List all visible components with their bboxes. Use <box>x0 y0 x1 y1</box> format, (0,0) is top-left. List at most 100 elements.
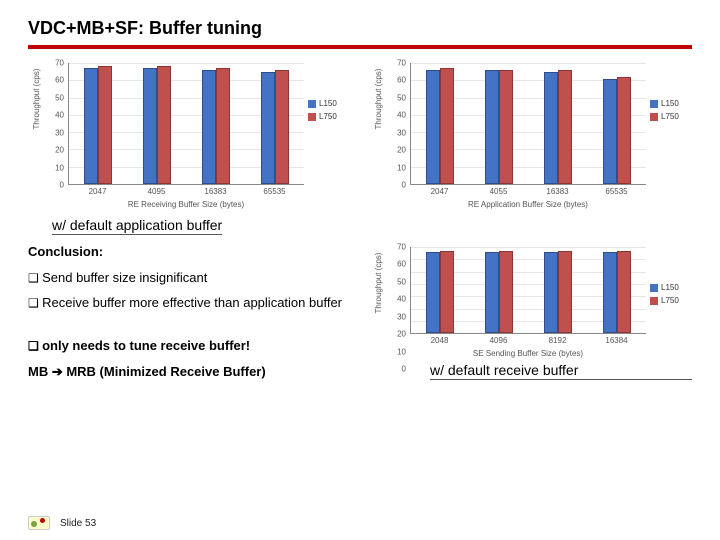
y-tick: 0 <box>402 181 406 190</box>
bar <box>426 70 440 184</box>
bar <box>157 66 171 184</box>
chart-plot-area <box>410 63 646 185</box>
title-rule <box>28 45 692 49</box>
y-tick: 50 <box>397 93 406 102</box>
x-axis-label: SE Sending Buffer Size (bytes) <box>410 349 646 358</box>
y-tick: 40 <box>397 111 406 120</box>
legend-label: L150 <box>661 99 679 108</box>
y-tick: 10 <box>397 163 406 172</box>
y-tick: 50 <box>397 277 406 286</box>
logo-icon <box>28 516 50 530</box>
footer: Slide 53 <box>28 516 96 530</box>
legend-item: L150 <box>650 283 692 292</box>
legend-item: L750 <box>308 112 350 121</box>
x-tick: 2048 <box>410 336 469 346</box>
bar-group <box>587 247 646 333</box>
x-tick: 2047 <box>68 187 127 197</box>
legend-label: L150 <box>661 283 679 292</box>
y-tick: 20 <box>55 146 64 155</box>
y-tick: 10 <box>55 163 64 172</box>
chart-plot-area <box>410 247 646 334</box>
legend-label: L150 <box>319 99 337 108</box>
bar <box>499 70 513 184</box>
legend-item: L750 <box>650 112 692 121</box>
y-tick: 40 <box>55 111 64 120</box>
y-tick: 30 <box>397 312 406 321</box>
chart-plot-area <box>68 63 304 185</box>
legend-item: L750 <box>650 296 692 305</box>
bar-group <box>587 63 646 184</box>
mb-mrb-line: MB ➔ MRB (Minimized Receive Buffer) <box>28 363 350 381</box>
x-tick: 16384 <box>587 336 646 346</box>
bar <box>440 251 454 334</box>
y-tick: 10 <box>397 347 406 356</box>
y-tick: 30 <box>397 128 406 137</box>
bar <box>603 252 617 333</box>
legend-item: L150 <box>308 99 350 108</box>
x-tick: 2047 <box>410 187 469 197</box>
x-tick: 8192 <box>528 336 587 346</box>
legend-swatch <box>650 284 658 292</box>
y-tick: 20 <box>397 330 406 339</box>
y-tick: 40 <box>397 295 406 304</box>
slide-title: VDC+MB+SF: Buffer tuning <box>28 18 692 45</box>
bar-group <box>128 63 187 184</box>
caption-default-app-buffer: w/ default application buffer <box>52 217 222 235</box>
bullet-send-insignificant: Send buffer size insignificant <box>28 269 350 287</box>
x-tick: 4055 <box>469 187 528 197</box>
bar <box>617 251 631 334</box>
chart-sending-buffer: Throughput (cps)010203040506070204840968… <box>370 243 692 358</box>
bar <box>485 252 499 333</box>
chart-application-buffer: Throughput (cps)010203040506070204740551… <box>370 59 692 209</box>
legend-swatch <box>650 297 658 305</box>
bar <box>202 70 216 184</box>
bar-group <box>245 63 304 184</box>
bar-group <box>470 63 529 184</box>
bar <box>499 251 513 334</box>
conclusion-block: Conclusion: Send buffer size insignifica… <box>28 243 350 388</box>
y-axis-label: Throughput (cps) <box>374 49 383 149</box>
x-axis-label: RE Application Buffer Size (bytes) <box>410 200 646 209</box>
legend-swatch <box>308 113 316 121</box>
bar <box>544 252 558 333</box>
legend-label: L750 <box>661 296 679 305</box>
bar <box>440 68 454 184</box>
conclusion-heading: Conclusion: <box>28 243 350 261</box>
legend-swatch <box>650 100 658 108</box>
y-axis-label: Throughput (cps) <box>374 233 383 333</box>
y-tick: 20 <box>397 146 406 155</box>
bar-group <box>411 63 470 184</box>
chart-legend: L150 L750 <box>308 99 350 125</box>
x-tick: 65535 <box>245 187 304 197</box>
y-tick: 60 <box>397 76 406 85</box>
y-tick: 30 <box>55 128 64 137</box>
slide-number: Slide 53 <box>60 518 96 529</box>
bar-group <box>470 247 529 333</box>
chart-receiving-buffer: Throughput (cps)010203040506070204740951… <box>28 59 350 209</box>
bar <box>485 70 499 184</box>
bar <box>98 66 112 184</box>
x-tick: 4096 <box>469 336 528 346</box>
y-tick: 70 <box>397 59 406 68</box>
bar <box>275 70 289 184</box>
bar-group <box>69 63 128 184</box>
x-tick: 16383 <box>528 187 587 197</box>
legend-label: L750 <box>661 112 679 121</box>
bar-group <box>529 247 588 333</box>
y-tick: 60 <box>55 76 64 85</box>
chart-legend: L150 L750 <box>650 99 692 125</box>
bar <box>84 68 98 184</box>
bar <box>261 72 275 184</box>
y-tick: 50 <box>55 93 64 102</box>
bar-group <box>187 63 246 184</box>
bar <box>558 251 572 334</box>
y-axis-label: Throughput (cps) <box>32 49 41 149</box>
top-charts-row: Throughput (cps)010203040506070204740951… <box>28 59 692 209</box>
bullet-tune-receive: only needs to tune receive buffer! <box>28 337 350 355</box>
bar <box>216 68 230 184</box>
chart-legend: L150 L750 <box>650 283 692 309</box>
bar <box>603 79 617 184</box>
y-tick: 70 <box>397 243 406 252</box>
bar <box>426 252 440 333</box>
y-tick: 70 <box>55 59 64 68</box>
